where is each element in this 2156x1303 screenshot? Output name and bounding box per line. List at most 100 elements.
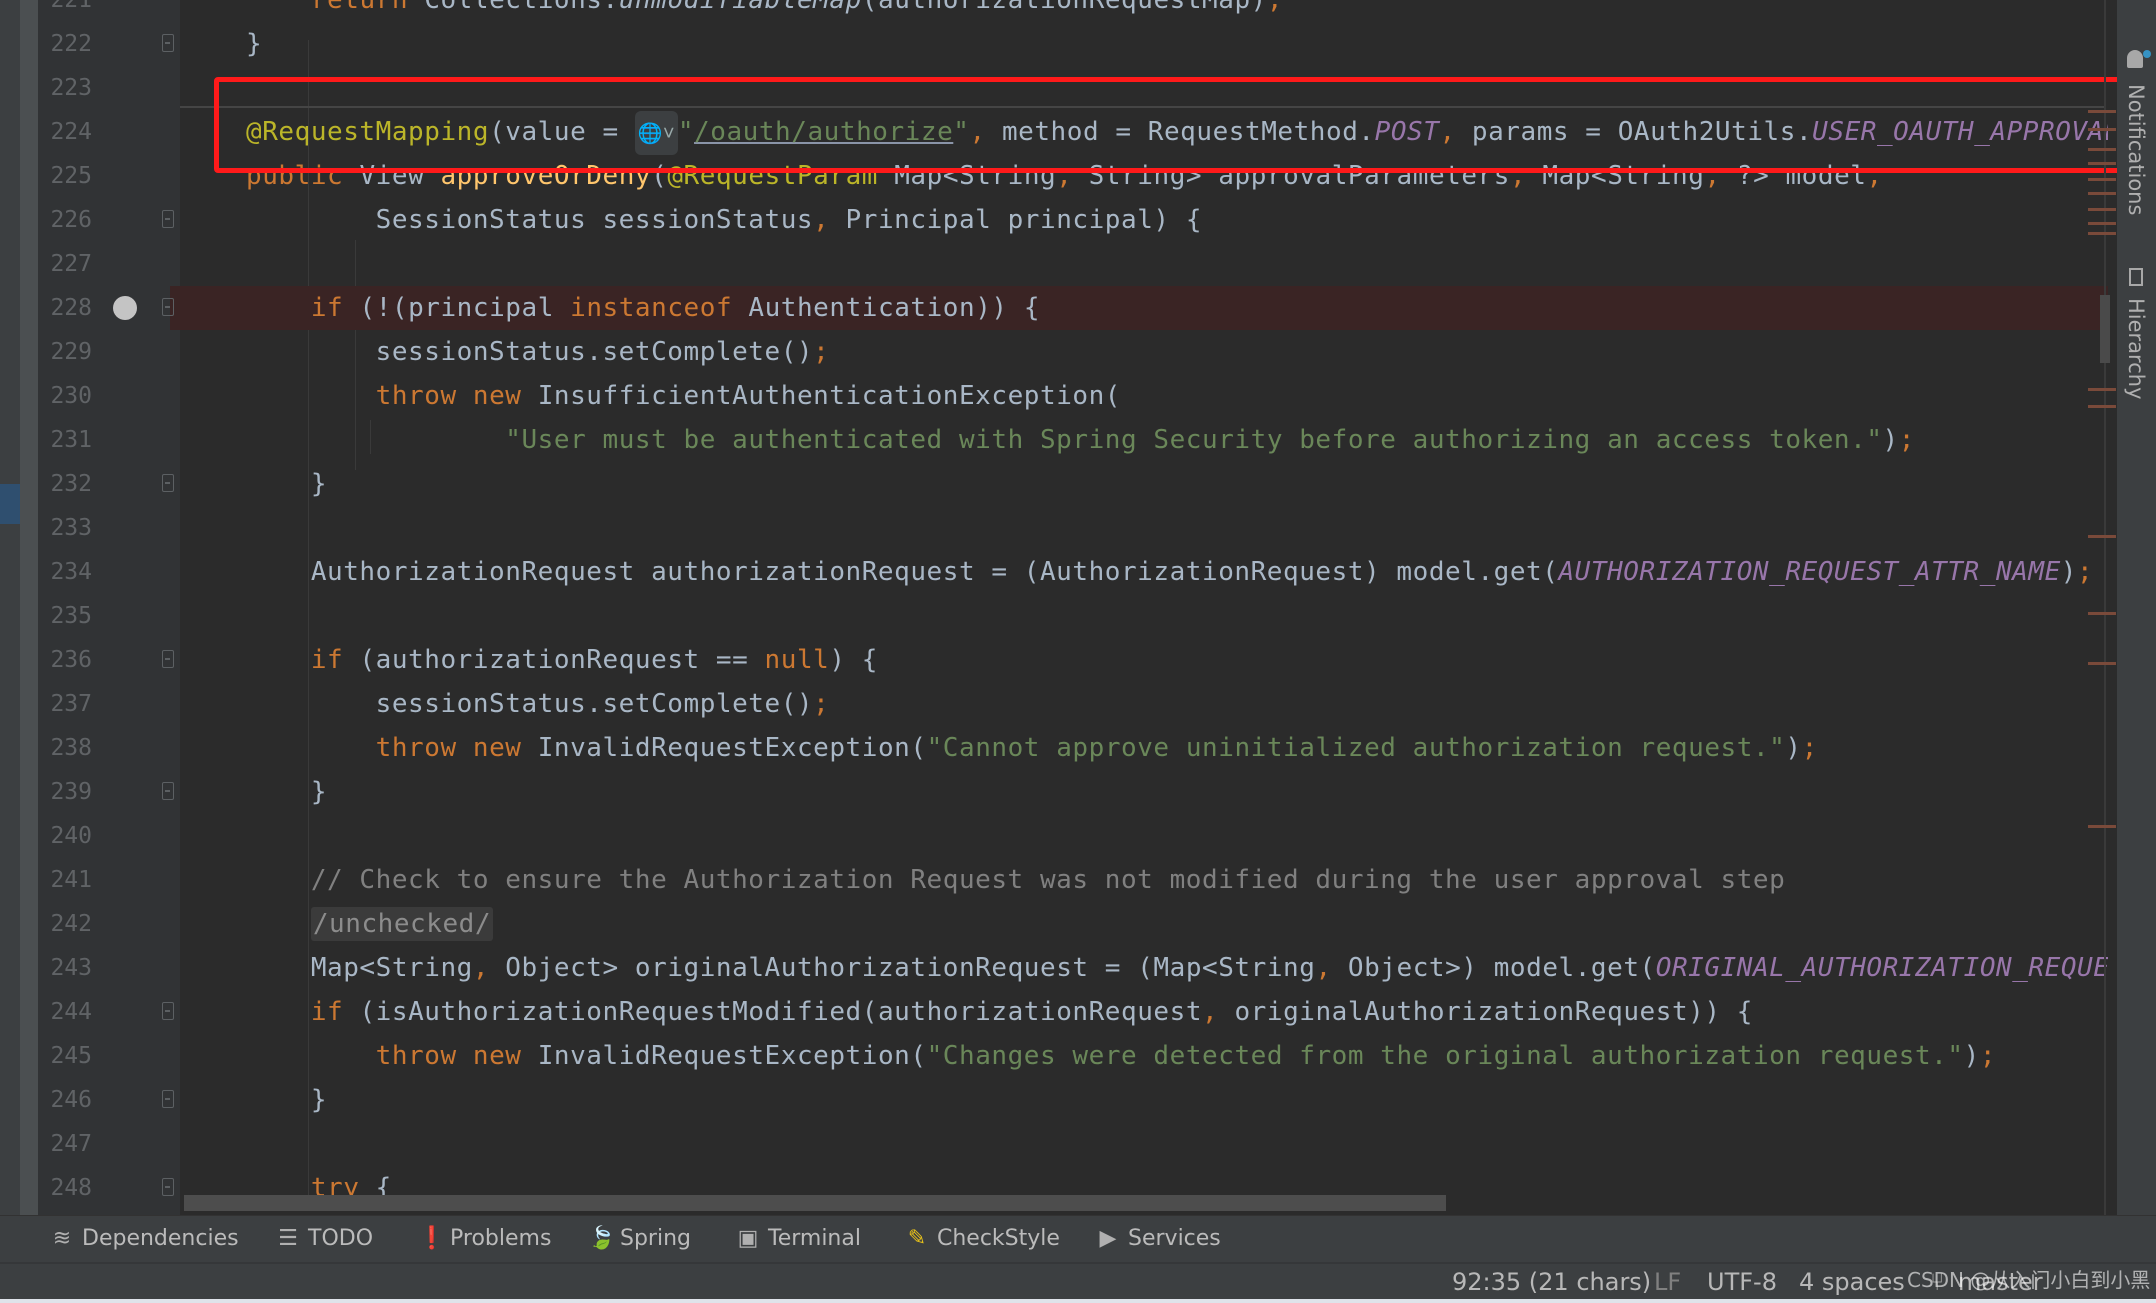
punctuation: ;	[1266, 0, 1284, 15]
tool-window-dependencies[interactable]: ≋ Dependencies	[50, 1216, 239, 1262]
tool-window-services[interactable]: ▶ Services	[1096, 1216, 1221, 1262]
code-token: )	[2060, 557, 2077, 587]
line-number: 247	[50, 1131, 92, 1157]
line-separator[interactable]: LF	[1654, 1264, 1681, 1301]
fold-marker-icon[interactable]	[162, 782, 174, 800]
code-line[interactable]: 234 AuthorizationRequest authorizationRe…	[38, 550, 2108, 594]
code-line[interactable]: 232 }	[38, 462, 2108, 506]
line-number: 238	[50, 735, 92, 761]
code-line[interactable]: 239 }	[38, 770, 2108, 814]
fold-marker-icon[interactable]	[162, 474, 174, 492]
tool-window-label: d	[0, 1226, 2, 1251]
code-line[interactable]: 247	[38, 1122, 2108, 1166]
code-token: InvalidRequestException(	[521, 1041, 927, 1071]
project-panel-scrollbar[interactable]	[20, 0, 38, 1215]
indent-setting[interactable]: 4 spaces	[1799, 1264, 1905, 1301]
code-editor[interactable]: 221 return Collections.unmodifiableMap(a…	[38, 0, 2108, 1215]
code-line[interactable]: 246 }	[38, 1078, 2108, 1122]
code-line[interactable]: 222}	[38, 22, 2108, 66]
tool-window-d[interactable]: d	[0, 1216, 2, 1262]
stripe-marker[interactable]	[2088, 662, 2116, 665]
line-number: 246	[50, 1087, 92, 1113]
code-line[interactable]: 242 /unchecked/	[38, 902, 2108, 946]
code-line[interactable]: 237 sessionStatus.setComplete();	[38, 682, 2108, 726]
code-line[interactable]: 230 throw new InsufficientAuthentication…	[38, 374, 2108, 418]
hierarchy-icon[interactable]	[2129, 268, 2143, 286]
code-line[interactable]: 241 // Check to ensure the Authorization…	[38, 858, 2108, 902]
tool-window-todo[interactable]: ☰ TODO	[276, 1216, 373, 1262]
code-line[interactable]: 228 if (!(principal instanceof Authentic…	[38, 286, 2108, 330]
code-token: ) {	[829, 645, 878, 675]
punctuation: ,	[813, 205, 830, 235]
code-line[interactable]: 243 Map<String, Object> originalAuthoriz…	[38, 946, 2108, 990]
bell-icon[interactable]	[2127, 50, 2143, 68]
fold-marker-icon[interactable]	[162, 1090, 174, 1108]
code-text: // Check to ensure the Authorization Req…	[246, 858, 1785, 902]
hierarchy-tab[interactable]: Hierarchy	[2124, 298, 2148, 400]
list-icon: ☰	[278, 1226, 298, 1251]
stripe-marker[interactable]	[2088, 110, 2116, 113]
tool-window-problems[interactable]: ❗ Problems	[418, 1216, 551, 1262]
vertical-scrollbar-thumb[interactable]	[2100, 295, 2110, 363]
horizontal-scrollbar[interactable]	[184, 1195, 1446, 1211]
tool-window-label: Dependencies	[82, 1226, 239, 1251]
breakpoint-icon[interactable]	[113, 296, 137, 320]
line-number: 222	[50, 31, 92, 57]
line-number: 232	[50, 471, 92, 497]
file-encoding[interactable]: UTF-8	[1707, 1264, 1777, 1301]
keyword: instanceof	[570, 293, 733, 323]
code-line[interactable]: 240	[38, 814, 2108, 858]
code-line[interactable]: 226 SessionStatus sessionStatus, Princip…	[38, 198, 2108, 242]
stripe-marker[interactable]	[2088, 128, 2116, 131]
fold-marker-icon[interactable]	[162, 1002, 174, 1020]
code-line[interactable]: 229 sessionStatus.setComplete();	[38, 330, 2108, 374]
tool-window-label: Terminal	[768, 1226, 861, 1251]
code-line[interactable]: 221 return Collections.unmodifiableMap(a…	[38, 0, 2108, 22]
stripe-marker[interactable]	[2088, 222, 2116, 225]
code-line[interactable]: 235	[38, 594, 2108, 638]
stripe-marker[interactable]	[2088, 232, 2116, 235]
code-text: }	[246, 1078, 327, 1122]
stripe-marker[interactable]	[2088, 388, 2116, 391]
stripe-marker[interactable]	[2088, 178, 2116, 181]
stripe-marker[interactable]	[2088, 535, 2116, 538]
fold-marker-icon[interactable]	[162, 650, 174, 668]
code-token: }	[246, 777, 328, 807]
code-token: InvalidRequestException(	[521, 733, 927, 763]
stripe-marker[interactable]	[2088, 162, 2116, 165]
tool-window-spring[interactable]: 🍃 Spring	[588, 1216, 691, 1262]
tool-window-terminal[interactable]: ▣ Terminal	[736, 1216, 861, 1262]
stripe-marker[interactable]	[2088, 192, 2116, 195]
fold-marker-icon[interactable]	[162, 210, 174, 228]
fold-marker-icon[interactable]	[162, 1178, 174, 1196]
line-number: 231	[50, 427, 92, 453]
code-line[interactable]: 231 "User must be authenticated with Spr…	[38, 418, 2108, 462]
notifications-tab[interactable]: Notifications	[2124, 84, 2148, 215]
pencil-icon: ✎	[907, 1226, 927, 1251]
line-number: 241	[50, 867, 92, 893]
code-line[interactable]: 233	[38, 506, 2108, 550]
stripe-marker[interactable]	[2088, 825, 2116, 828]
fold-marker-icon[interactable]	[162, 34, 174, 52]
code-token: }	[246, 469, 328, 499]
code-line[interactable]: 227	[38, 242, 2108, 286]
project-selection-marker	[0, 484, 20, 524]
line-number: 237	[50, 691, 92, 717]
stripe-marker[interactable]	[2088, 612, 2116, 615]
code-line[interactable]: 236 if (authorizationRequest == null) {	[38, 638, 2108, 682]
fold-marker-icon[interactable]	[162, 298, 174, 316]
inlay-hint: /unchecked/	[310, 907, 494, 941]
code-token: (!(principal	[343, 293, 571, 323]
keyword: throw new	[375, 381, 522, 411]
caret-position[interactable]: 92:35 (21 chars)	[1452, 1264, 1651, 1301]
code-line[interactable]: 245 throw new InvalidRequestException("C…	[38, 1034, 2108, 1078]
code-line[interactable]: 244 if (isAuthorizationRequestModified(a…	[38, 990, 2108, 1034]
stripe-marker[interactable]	[2088, 208, 2116, 211]
tool-window-checkstyle[interactable]: ✎ CheckStyle	[905, 1216, 1060, 1262]
stripe-marker[interactable]	[2088, 148, 2116, 151]
terminal-icon: ▣	[737, 1226, 759, 1251]
stripe-marker[interactable]	[2088, 405, 2116, 408]
code-line[interactable]: 238 throw new InvalidRequestException("C…	[38, 726, 2108, 770]
